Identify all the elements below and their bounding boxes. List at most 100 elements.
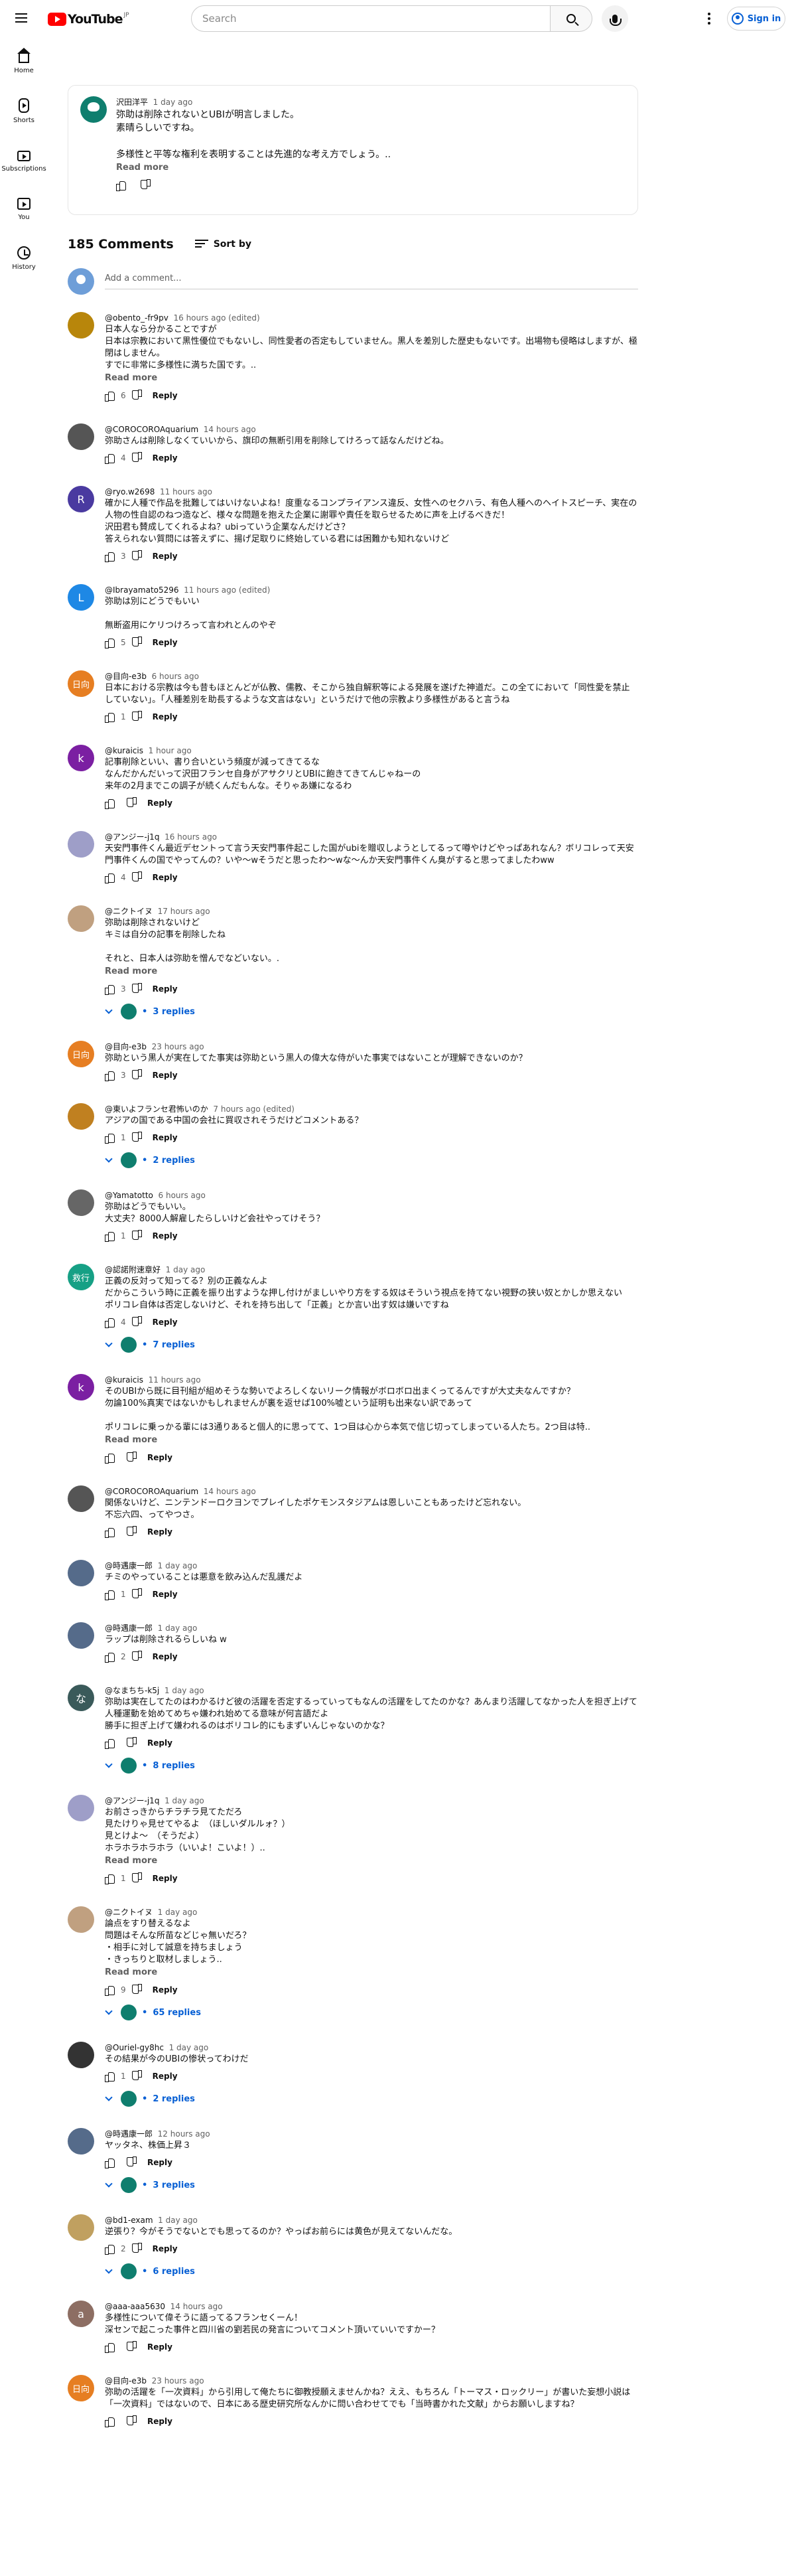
dislike-icon[interactable] bbox=[127, 2417, 137, 2426]
reply-button[interactable]: Reply bbox=[153, 712, 178, 721]
reply-button[interactable]: Reply bbox=[153, 552, 178, 561]
like-icon[interactable] bbox=[105, 638, 115, 648]
dislike-icon[interactable] bbox=[133, 873, 142, 882]
commenter-avatar[interactable] bbox=[68, 831, 94, 858]
view-replies-button[interactable]: • 7 replies bbox=[102, 1333, 638, 1357]
comment-author[interactable]: @認諾附速章好 bbox=[105, 1265, 161, 1274]
guide-home[interactable]: Home bbox=[0, 37, 48, 86]
dislike-icon[interactable] bbox=[133, 2072, 142, 2081]
comment-time[interactable]: 1 day ago bbox=[165, 1796, 204, 1805]
sign-in-button[interactable]: Sign in bbox=[727, 7, 785, 31]
commenter-avatar[interactable] bbox=[68, 2214, 94, 2241]
like-icon[interactable] bbox=[105, 1527, 115, 1538]
commenter-avatar[interactable]: 日向 bbox=[68, 2375, 94, 2401]
commenter-avatar[interactable] bbox=[68, 2128, 94, 2155]
dislike-icon[interactable] bbox=[133, 552, 142, 561]
reply-button[interactable]: Reply bbox=[153, 391, 178, 400]
read-more-link[interactable]: Read more bbox=[105, 372, 638, 385]
comment-author[interactable]: @アンジー-j1q bbox=[105, 1796, 159, 1805]
commenter-avatar[interactable] bbox=[68, 423, 94, 450]
commenter-avatar[interactable] bbox=[68, 312, 94, 339]
guide-history[interactable]: History bbox=[0, 234, 48, 283]
post-author[interactable]: 沢田洋平 bbox=[116, 98, 148, 107]
dislike-icon[interactable] bbox=[127, 1453, 137, 1462]
reply-button[interactable]: Reply bbox=[153, 984, 178, 994]
comment-author[interactable]: @aaa-aaa5630 bbox=[105, 2302, 165, 2311]
comment-time[interactable]: 1 day ago bbox=[158, 1908, 198, 1917]
like-icon[interactable] bbox=[105, 1453, 115, 1464]
reply-button[interactable]: Reply bbox=[153, 1231, 178, 1241]
like-icon[interactable] bbox=[105, 873, 115, 883]
view-replies-button[interactable]: • 65 replies bbox=[102, 2001, 638, 2024]
like-icon[interactable] bbox=[105, 2342, 115, 2353]
read-more-link[interactable]: Read more bbox=[105, 1434, 638, 1447]
settings-menu-button[interactable] bbox=[701, 11, 717, 27]
dislike-icon[interactable] bbox=[133, 1231, 142, 1241]
comment-author[interactable]: @Ibrayamato5296 bbox=[105, 585, 179, 595]
reply-button[interactable]: Reply bbox=[153, 1985, 178, 1995]
guide-subscriptions[interactable]: Subscriptions bbox=[0, 135, 48, 185]
comment-author[interactable]: @アンジー-j1q bbox=[105, 832, 159, 842]
comment-author[interactable]: @kuraicis bbox=[105, 746, 143, 755]
comment-author[interactable]: @ニクトイヌ bbox=[105, 907, 153, 916]
comment-time[interactable]: 1 day ago bbox=[165, 1686, 204, 1695]
guide-you[interactable]: You bbox=[0, 185, 48, 234]
reply-button[interactable]: Reply bbox=[147, 1453, 172, 1462]
reply-button[interactable]: Reply bbox=[147, 798, 172, 808]
comment-author[interactable]: @obento_-fr9pv bbox=[105, 313, 168, 323]
search-button[interactable] bbox=[550, 5, 592, 32]
comment-author[interactable]: @Yamatotto bbox=[105, 1191, 153, 1200]
comment-author[interactable]: @bd1-exam bbox=[105, 2216, 153, 2225]
comment-author[interactable]: @東いよフランセ君怖いのか bbox=[105, 1104, 208, 1114]
commenter-avatar[interactable]: 日向 bbox=[68, 1041, 94, 1067]
like-icon[interactable] bbox=[105, 984, 115, 995]
comment-time[interactable]: 14 hours ago bbox=[204, 425, 256, 434]
comment-time[interactable]: 6 hours ago bbox=[152, 672, 199, 681]
like-icon[interactable] bbox=[105, 2244, 115, 2255]
comment-time[interactable]: 23 hours ago bbox=[152, 1042, 204, 1051]
comment-time[interactable]: 6 hours ago bbox=[159, 1191, 206, 1200]
dislike-icon[interactable] bbox=[127, 2158, 137, 2167]
read-more-link[interactable]: Read more bbox=[116, 161, 627, 175]
like-icon[interactable] bbox=[105, 1652, 115, 1663]
commenter-avatar[interactable]: な bbox=[68, 1685, 94, 1711]
comment-time[interactable]: 1 day ago bbox=[158, 1561, 198, 1570]
reply-button[interactable]: Reply bbox=[153, 453, 178, 463]
reply-button[interactable]: Reply bbox=[153, 1590, 178, 1599]
commenter-avatar[interactable] bbox=[68, 1795, 94, 1821]
view-replies-button[interactable]: • 3 replies bbox=[102, 1000, 638, 1023]
dislike-icon[interactable] bbox=[133, 1874, 142, 1883]
dislike-icon[interactable] bbox=[127, 798, 137, 808]
sort-menu[interactable]: Sort by bbox=[194, 239, 251, 250]
comment-time[interactable]: 11 hours ago bbox=[160, 487, 212, 496]
view-replies-button[interactable]: • 8 replies bbox=[102, 1754, 638, 1778]
view-replies-button[interactable]: • 6 replies bbox=[102, 2259, 638, 2283]
dislike-icon[interactable] bbox=[133, 2244, 142, 2253]
reply-button[interactable]: Reply bbox=[153, 2072, 178, 2081]
comment-author[interactable]: @ニクトイヌ bbox=[105, 1908, 153, 1917]
like-icon[interactable] bbox=[105, 1590, 115, 1600]
voice-search-button[interactable] bbox=[602, 5, 628, 32]
view-replies-button[interactable]: • 2 replies bbox=[102, 2087, 638, 2111]
dislike-icon[interactable] bbox=[133, 712, 142, 721]
commenter-avatar[interactable] bbox=[68, 1906, 94, 1933]
comment-author[interactable]: @時遇康一郎 bbox=[105, 1624, 153, 1633]
commenter-avatar[interactable]: k bbox=[68, 1374, 94, 1401]
dislike-icon[interactable] bbox=[133, 1652, 142, 1661]
reply-button[interactable]: Reply bbox=[147, 1527, 172, 1537]
comment-time[interactable]: 1 day ago bbox=[158, 1624, 198, 1633]
like-icon[interactable] bbox=[105, 391, 115, 402]
like-icon[interactable] bbox=[116, 181, 126, 191]
commenter-avatar[interactable]: 日向 bbox=[68, 670, 94, 697]
commenter-avatar[interactable]: a bbox=[68, 2301, 94, 2327]
comment-author[interactable]: @COROCOROAquarium bbox=[105, 1487, 198, 1496]
reply-button[interactable]: Reply bbox=[153, 638, 178, 647]
comment-time[interactable]: 14 hours ago bbox=[170, 2302, 223, 2311]
commenter-avatar[interactable]: k bbox=[68, 745, 94, 771]
commenter-avatar[interactable]: 救行 bbox=[68, 1264, 94, 1290]
like-icon[interactable] bbox=[105, 2158, 115, 2168]
comment-author[interactable]: @kuraicis bbox=[105, 1375, 143, 1385]
dislike-icon[interactable] bbox=[133, 1318, 142, 1327]
like-icon[interactable] bbox=[105, 1071, 115, 1081]
reply-button[interactable]: Reply bbox=[147, 1738, 172, 1748]
